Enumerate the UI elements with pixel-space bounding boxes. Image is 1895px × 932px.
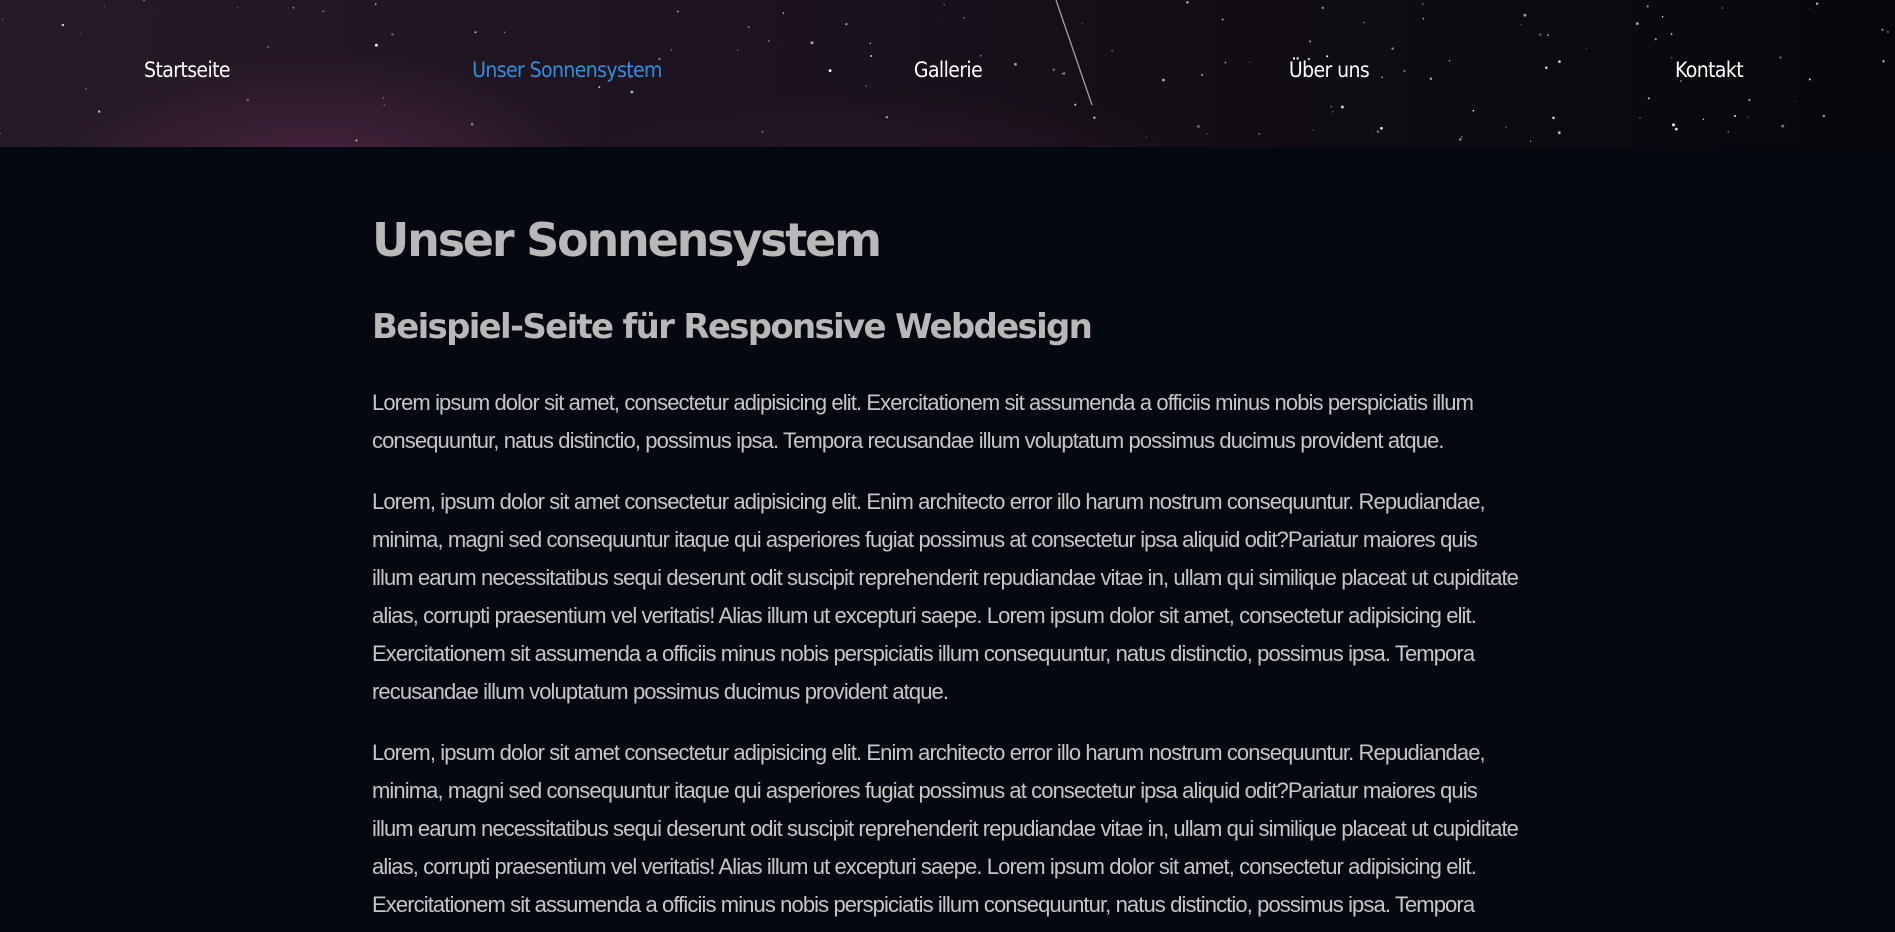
header-banner: Startseite Unser Sonnensystem Gallerie Ü…	[0, 0, 1895, 147]
main-content: Unser Sonnensystem Beispiel-Seite für Re…	[372, 147, 1522, 924]
paragraph-1: Lorem ipsum dolor sit amet, consectetur …	[372, 390, 1474, 453]
nav-item-kontakt[interactable]: Kontakt	[1675, 58, 1744, 82]
paragraph-3: Lorem, ipsum dolor sit amet consectetur …	[372, 740, 1519, 917]
paragraph-2: Lorem, ipsum dolor sit amet consectetur …	[372, 489, 1519, 704]
main-navigation: Startseite Unser Sonnensystem Gallerie Ü…	[0, 0, 1895, 147]
nav-item-gallerie[interactable]: Gallerie	[914, 58, 983, 82]
nav-item-startseite[interactable]: Startseite	[144, 58, 231, 82]
nav-item-ueber-uns[interactable]: Über uns	[1289, 58, 1370, 82]
nav-item-unser-sonnensystem[interactable]: Unser Sonnensystem	[472, 58, 662, 82]
page-subtitle: Beispiel-Seite für Responsive Webdesign	[372, 307, 1093, 347]
page-title: Unser Sonnensystem	[372, 213, 882, 267]
